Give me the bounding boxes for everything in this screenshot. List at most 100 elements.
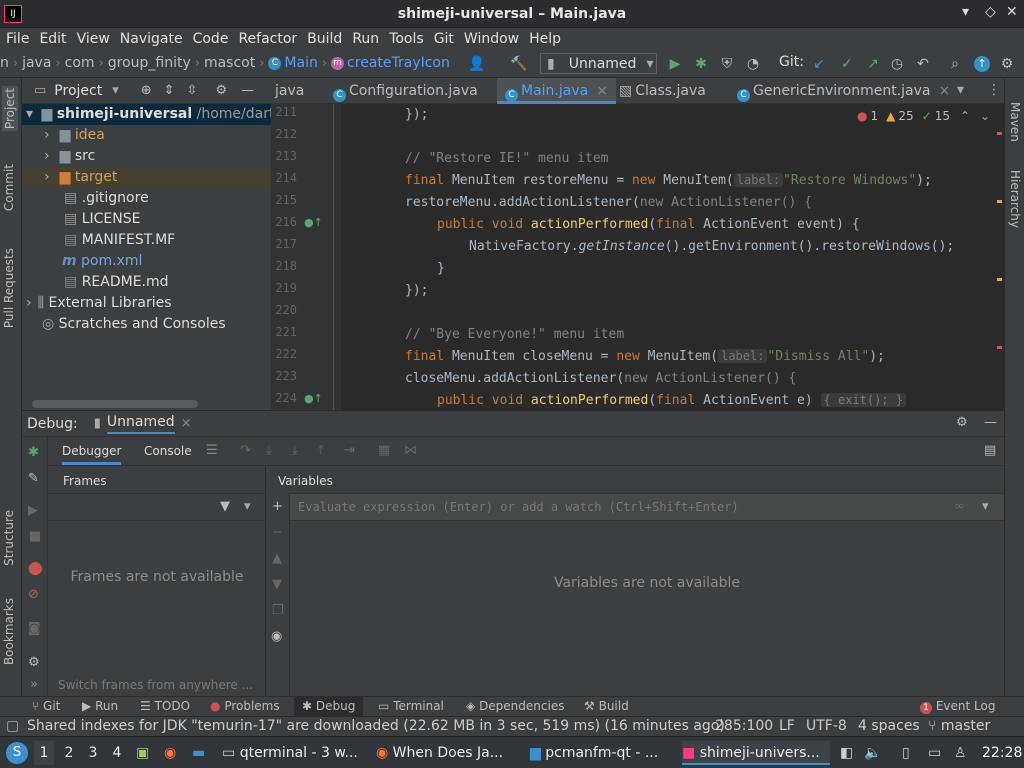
tree-root[interactable]: ▾ ▆ shimeji-universal /home/dartz [22, 104, 282, 125]
chevron-down-icon[interactable]: ▾ [112, 83, 119, 98]
breadcrumb-n[interactable]: n [0, 55, 9, 71]
update-icon[interactable]: ↑ [974, 56, 990, 72]
resume-icon[interactable]: ▶ [28, 503, 38, 518]
menu-edit[interactable]: Edit [39, 31, 66, 47]
desktop-4[interactable]: 4 [108, 741, 126, 765]
menu-code[interactable]: Code [193, 31, 229, 47]
run-gutter-icon[interactable]: ●↑ [304, 392, 323, 405]
stop-icon[interactable]: ■ [29, 529, 41, 544]
layout-icon[interactable]: ▤ [984, 443, 996, 458]
rerun-bug-icon[interactable]: ✱ [28, 445, 39, 460]
line-separator[interactable]: LF [779, 718, 795, 734]
menu-view[interactable]: View [77, 31, 110, 47]
tool-tab-debug[interactable]: ✱ Debug [294, 697, 364, 717]
git-commit-icon[interactable]: ✓ [838, 55, 856, 73]
menu-run[interactable]: Run [352, 31, 379, 47]
sidetab-pull-requests[interactable]: Pull Requests [2, 248, 16, 328]
wrench-icon[interactable]: ✎ [28, 471, 39, 486]
event-log-button[interactable]: 1 Event Log [920, 699, 995, 714]
desktop-2[interactable]: 2 [60, 741, 78, 765]
evaluate-input[interactable]: Evaluate expression (Enter) or add a wat… [290, 493, 1004, 521]
start-menu-icon[interactable]: S [6, 742, 28, 764]
menu-window[interactable]: Window [464, 31, 519, 47]
tree-scratches[interactable]: ◎ Scratches and Consoles [22, 314, 226, 335]
view-breakpoints-icon[interactable]: ⬤ [28, 561, 43, 576]
error-stripe[interactable] [997, 346, 1002, 349]
menu-git[interactable]: Git [434, 31, 454, 47]
close-tab-icon[interactable]: × [181, 416, 192, 431]
tree-item-license[interactable]: ▤ LICENSE [22, 209, 140, 230]
tool-tab-dependencies[interactable]: ◈ Dependencies [466, 699, 564, 713]
more-icon[interactable]: ⋮ [987, 82, 1001, 98]
eye-icon[interactable]: ◉ [271, 629, 282, 644]
menu-file[interactable]: File [6, 31, 29, 47]
collapse-all-icon[interactable]: ⇳ [187, 83, 198, 98]
tree-item-readme[interactable]: ▤ README.md [22, 272, 169, 293]
task-intellij[interactable]: ■ shimeji-univers... [682, 741, 830, 765]
settings-icon[interactable]: ⚙ [28, 655, 40, 670]
mute-breakpoints-icon[interactable]: ⊘ [28, 587, 39, 602]
chevron-down-icon[interactable]: ⌄ [980, 109, 990, 123]
menu-build[interactable]: Build [307, 31, 342, 47]
history-icon[interactable]: ◷ [888, 55, 906, 73]
sidetab-structure[interactable]: Structure [2, 510, 16, 566]
debug-session-tab[interactable]: Unnamed [106, 414, 175, 434]
git-branch-widget[interactable]: ⑂ master [928, 718, 990, 734]
tab-class-java[interactable]: ▧ Class.java [619, 78, 706, 104]
tree-item-pom[interactable]: m pom.xml [22, 251, 142, 272]
sidetab-project[interactable]: Project [2, 86, 18, 132]
tray-volume-icon[interactable]: 🔈 [864, 741, 881, 765]
task-qterminal[interactable]: ▭ qterminal - 3 w... [222, 741, 370, 765]
horizontal-scrollbar[interactable] [32, 400, 198, 408]
move-down-icon[interactable]: ▼ [272, 577, 282, 592]
minimize-button[interactable]: ▾ [962, 4, 969, 20]
tree-item-manifest[interactable]: ▤ MANIFEST.MF [22, 230, 175, 251]
filter-icon[interactable]: ▼ [220, 499, 230, 514]
run-gutter-icon[interactable]: ●↑ [304, 216, 323, 229]
tool-tab-problems[interactable]: ● Problems [210, 699, 280, 713]
tab-configuration-java[interactable]: C Configuration.java [333, 78, 478, 104]
tree-item-src[interactable]: › ▆ src [22, 146, 95, 167]
glasses-icon[interactable]: ∞ [954, 499, 965, 514]
add-watch-icon[interactable]: + [272, 499, 283, 514]
sidetab-maven[interactable]: Maven [1008, 102, 1022, 142]
remove-watch-icon[interactable]: − [272, 525, 283, 540]
breadcrumb-java[interactable]: java [22, 55, 51, 71]
chevron-down-icon[interactable]: ▾ [244, 499, 251, 514]
debug-bug-icon[interactable]: ✱ [692, 55, 710, 73]
run-icon[interactable]: ▶ [666, 55, 684, 73]
tool-tab-terminal[interactable]: ▭ Terminal [378, 699, 444, 713]
step-into-icon[interactable]: ⤓ [266, 443, 272, 458]
settings-icon[interactable]: ⚙ [998, 55, 1016, 73]
sidetab-hierarchy[interactable]: Hierarchy [1008, 170, 1022, 228]
file-manager-launcher-icon[interactable]: ▣ [136, 741, 149, 765]
status-toggle-icon[interactable]: ▢ [6, 718, 19, 734]
locate-icon[interactable]: ⊕ [141, 83, 152, 98]
sidetab-bookmarks[interactable]: Bookmarks [2, 598, 16, 665]
tab-java[interactable]: java [275, 78, 304, 104]
inspection-widget[interactable]: ● 1 ▲ 25 ✓ 15 ⌃ ⌄ [857, 109, 990, 123]
close-tab-icon[interactable]: × [938, 83, 950, 99]
tree-item-idea[interactable]: › ▆ idea [22, 125, 105, 146]
search-icon[interactable]: ⌕ [946, 55, 964, 73]
tray-user-icon[interactable]: ♙ [954, 741, 967, 765]
task-pcmanfm[interactable]: ▆ pcmanfm-qt - ... [530, 741, 678, 765]
task-firefox[interactable]: ◉ When Does Ja... [376, 741, 524, 765]
hide-icon[interactable]: — [241, 83, 254, 98]
desktop-launcher-icon[interactable]: ▬ [192, 741, 205, 765]
tree-item-gitignore[interactable]: ▤ .gitignore [22, 188, 149, 209]
force-step-into-icon[interactable]: ⤓ [292, 443, 298, 458]
profiler-icon[interactable]: ◔ [744, 55, 762, 73]
rollback-icon[interactable]: ↶ [914, 55, 932, 73]
coverage-icon[interactable]: ⛨ [718, 55, 736, 73]
tray-network-icon[interactable]: ◧ [840, 741, 853, 765]
tab-console[interactable]: Console [144, 444, 192, 458]
error-stripe[interactable] [997, 132, 1002, 135]
more-icon[interactable]: » [30, 677, 38, 692]
file-encoding[interactable]: UTF-8 [806, 718, 847, 734]
tray-clipboard-icon[interactable]: ▯ [902, 741, 910, 765]
chevron-down-icon[interactable]: ▾ [957, 82, 964, 98]
gear-icon[interactable]: ⚙ [956, 415, 968, 430]
warning-stripe[interactable] [997, 200, 1002, 203]
hide-icon[interactable]: — [984, 415, 997, 430]
